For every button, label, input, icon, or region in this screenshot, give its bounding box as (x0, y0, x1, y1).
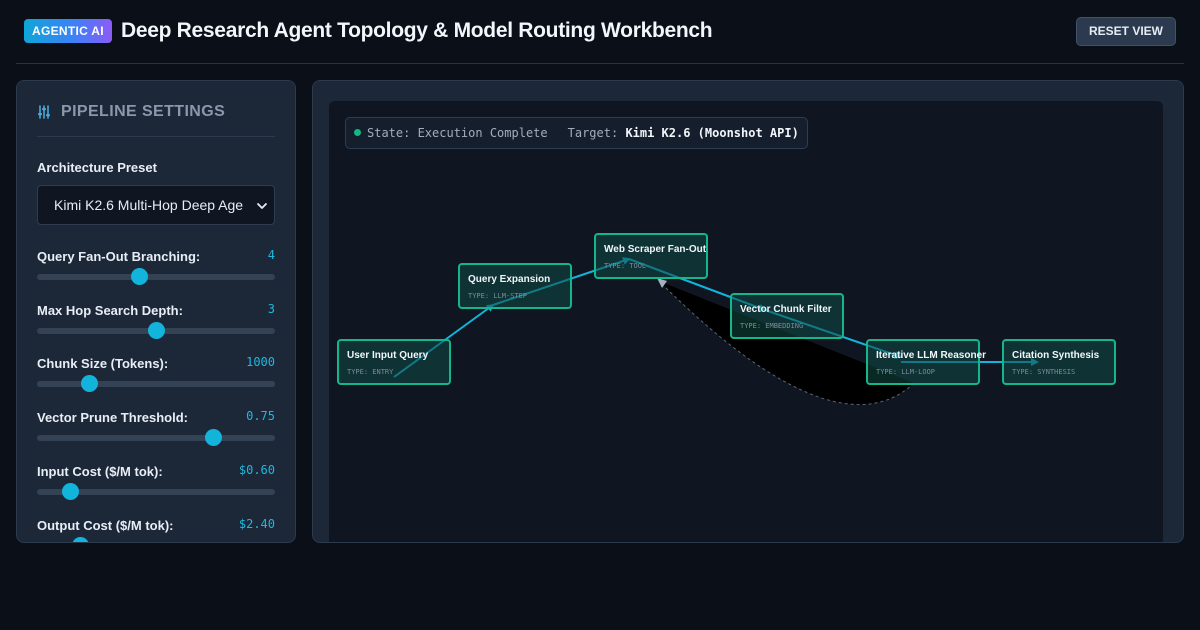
topology-canvas[interactable]: State: Execution Complete Target: Kimi K2… (329, 101, 1163, 542)
chunk-size-slider[interactable] (37, 381, 275, 387)
target-model-value: Kimi K2.6 (Moonshot API) (625, 126, 799, 140)
fan-out-branching-label: Query Fan-Out Branching: (37, 249, 201, 264)
node-user-input-query[interactable]: User Input Query TYPE: ENTRY (337, 339, 451, 385)
chunk-size-control: Chunk Size (Tokens): 1000 (37, 355, 275, 392)
node-query-expansion[interactable]: Query Expansion TYPE: LLM-STEP (458, 263, 572, 309)
input-cost-control: Input Cost ($/M tok): $0.60 (37, 463, 275, 500)
input-cost-value: $0.60 (238, 463, 275, 477)
reset-view-button[interactable]: RESET VIEW (1075, 17, 1176, 46)
node-title: Citation Synthesis (1012, 350, 1100, 361)
vector-prune-threshold-control: Vector Prune Threshold: 0.75 (37, 409, 275, 446)
input-cost-thumb[interactable] (62, 483, 80, 500)
topology-panel: State: Execution Complete Target: Kimi K2… (312, 80, 1184, 543)
chunk-size-value: 1000 (246, 355, 275, 369)
execution-status-bar: State: Execution Complete Target: Kimi K2… (345, 117, 808, 149)
output-cost-label: Output Cost ($/M tok): (37, 518, 174, 533)
status-text: State: Execution Complete (367, 126, 548, 140)
page-title: Deep Research Agent Topology & Model Rou… (121, 19, 713, 42)
settings-title: PIPELINE SETTINGS (61, 103, 226, 120)
settings-header: PIPELINE SETTINGS (37, 103, 275, 137)
fan-out-branching-control: Query Fan-Out Branching: 4 (37, 248, 275, 285)
node-web-scraper-fan-out[interactable]: Web Scraper Fan-Out TYPE: TOOL (594, 233, 708, 279)
vector-prune-threshold-value: 0.75 (246, 409, 275, 423)
node-title: Web Scraper Fan-Out (604, 244, 707, 255)
node-type: TYPE: TOOL (604, 262, 647, 270)
node-iterative-llm-reasoner[interactable]: Iterative LLM Reasoner TYPE: LLM-LOOP (866, 339, 986, 385)
node-title: Query Expansion (468, 274, 551, 285)
target-label: Target: (567, 126, 619, 140)
pipeline-settings-panel: PIPELINE SETTINGS Architecture Preset Ki… (16, 80, 296, 543)
node-citation-synthesis[interactable]: Citation Synthesis TYPE: SYNTHESIS (1002, 339, 1116, 385)
agentic-ai-badge: AGENTIC AI (24, 19, 112, 43)
node-type: TYPE: ENTRY (347, 368, 394, 376)
output-cost-value: $2.40 (238, 517, 275, 531)
node-type: TYPE: EMBEDDING (740, 322, 804, 330)
chevron-down-icon (257, 203, 267, 209)
app-header: AGENTIC AI Deep Research Agent Topology … (16, 0, 1184, 64)
preset-selected-value: Kimi K2.6 Multi-Hop Deep Agent (54, 197, 244, 213)
sliders-icon (38, 105, 50, 119)
vector-prune-threshold-label: Vector Prune Threshold: (37, 410, 188, 425)
max-hop-depth-control: Max Hop Search Depth: 3 (37, 302, 275, 339)
fan-out-branching-slider[interactable] (37, 274, 275, 280)
node-title: Vector Chunk Filter (740, 304, 832, 315)
max-hop-depth-value: 3 (267, 302, 275, 316)
status-ok-dot (354, 129, 361, 136)
output-cost-control: Output Cost ($/M tok): $2.40 (37, 517, 275, 542)
chunk-size-thumb[interactable] (81, 375, 99, 392)
architecture-preset-label: Architecture Preset (37, 160, 157, 175)
architecture-preset-select[interactable]: Kimi K2.6 Multi-Hop Deep Agent (37, 185, 275, 225)
node-vector-chunk-filter[interactable]: Vector Chunk Filter TYPE: EMBEDDING (730, 293, 844, 339)
fan-out-branching-value: 4 (267, 248, 275, 262)
input-cost-label: Input Cost ($/M tok): (37, 464, 163, 479)
node-title: Iterative LLM Reasoner (876, 350, 987, 361)
chunk-size-label: Chunk Size (Tokens): (37, 356, 169, 371)
node-type: TYPE: LLM-LOOP (876, 368, 936, 376)
vector-prune-threshold-slider[interactable] (37, 435, 275, 441)
node-title: User Input Query (347, 350, 429, 361)
vector-prune-threshold-thumb[interactable] (205, 429, 223, 446)
fan-out-branching-thumb[interactable] (131, 268, 149, 285)
output-cost-thumb[interactable] (71, 537, 89, 542)
max-hop-depth-thumb[interactable] (148, 322, 165, 339)
node-type: TYPE: LLM-STEP (468, 292, 528, 300)
node-type: TYPE: SYNTHESIS (1012, 368, 1076, 376)
max-hop-depth-label: Max Hop Search Depth: (37, 303, 183, 318)
